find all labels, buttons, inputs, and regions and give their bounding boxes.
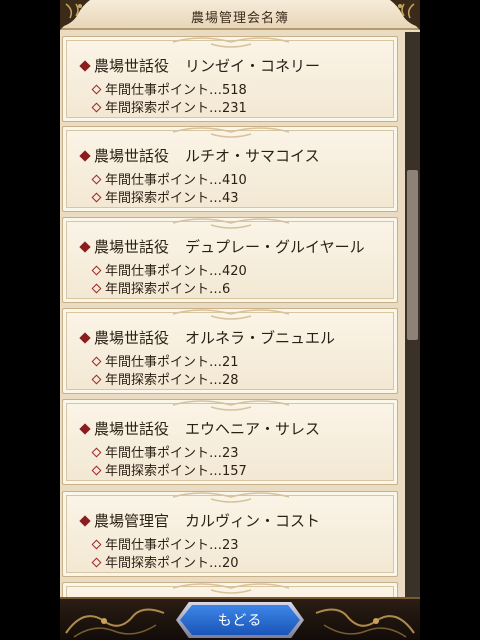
explore-points: 年間探索ポイント…43 [91, 187, 239, 206]
explore-points: 年間探索ポイント…157 [91, 460, 247, 479]
member-heading: 農場世話役 ルチオ・サマコイス [79, 145, 320, 166]
member-card: 農場世話役 ルチオ・サマコイス 年間仕事ポイント…410 年間探索ポイント…43 [62, 126, 398, 212]
diamond-outline-icon [91, 265, 102, 276]
card-flourish-icon [172, 127, 290, 138]
diamond-outline-icon [91, 447, 102, 458]
work-points: 年間仕事ポイント…21 [91, 351, 239, 370]
member-card: 農場世話役 オルネラ・ブニュエル 年間仕事ポイント…21 年間探索ポイント…28 [62, 308, 398, 394]
member-card: 農場世話役 リンゼイ・コネリー 年間仕事ポイント…518 年間探索ポイント…231 [62, 36, 398, 122]
member-role: 農場世話役 [94, 57, 170, 75]
footer-bar: もどる [60, 597, 420, 640]
member-role: 農場世話役 [94, 420, 170, 438]
diamond-outline-icon [91, 539, 102, 550]
work-points: 年間仕事ポイント…23 [91, 534, 239, 553]
card-flourish-icon [172, 400, 290, 411]
member-heading: 農場世話役 リンゼイ・コネリー [79, 55, 321, 76]
member-heading: 農場世話役 エウヘニア・サレス [79, 418, 321, 439]
member-card: 農場管理官 カルヴィン・コスト 年間仕事ポイント…23 年間探索ポイント…20 [62, 491, 398, 577]
member-role: 農場世話役 [94, 329, 170, 347]
member-heading: 農場世話役 オルネラ・ブニュエル [79, 327, 336, 348]
member-role: 農場管理官 [94, 512, 170, 530]
diamond-bullet-icon [79, 332, 91, 344]
footer-ornament-icon [315, 608, 415, 638]
member-card: 農場世話役 デュプレー・グルイヤール 年間仕事ポイント…420 年間探索ポイント…… [62, 217, 398, 303]
diamond-outline-icon [91, 192, 102, 203]
header-bar: 農場管理会名簿 [60, 0, 420, 30]
member-heading: 農場世話役 デュプレー・グルイヤール [79, 236, 365, 257]
card-flourish-icon [172, 583, 290, 594]
diamond-outline-icon [91, 102, 102, 113]
back-button[interactable]: もどる [180, 605, 300, 635]
member-name: デュプレー・グルイヤール [185, 238, 365, 256]
member-name: リンゼイ・コネリー [185, 57, 321, 75]
explore-points: 年間探索ポイント…20 [91, 552, 239, 571]
diamond-outline-icon [91, 283, 102, 294]
diamond-bullet-icon [79, 241, 91, 253]
member-card: 農場世話役 エウヘニア・サレス 年間仕事ポイント…23 年間探索ポイント…157 [62, 399, 398, 485]
member-role: 農場世話役 [94, 238, 170, 256]
work-points: 年間仕事ポイント…420 [91, 260, 247, 279]
diamond-outline-icon [91, 84, 102, 95]
work-points: 年間仕事ポイント…410 [91, 169, 247, 188]
explore-points: 年間探索ポイント…6 [91, 278, 230, 297]
diamond-bullet-icon [79, 150, 91, 162]
member-name: カルヴィン・コスト [185, 512, 321, 530]
diamond-bullet-icon [79, 423, 91, 435]
scrollbar-thumb[interactable] [407, 170, 418, 340]
member-card-partial [62, 582, 398, 597]
member-list[interactable]: 農場世話役 リンゼイ・コネリー 年間仕事ポイント…518 年間探索ポイント…231… [60, 32, 405, 597]
card-flourish-icon [172, 309, 290, 320]
explore-points: 年間探索ポイント…231 [91, 97, 247, 116]
page-title: 農場管理会名簿 [190, 11, 289, 26]
diamond-outline-icon [91, 356, 102, 367]
diamond-outline-icon [91, 557, 102, 568]
footer-ornament-icon [65, 608, 165, 638]
diamond-outline-icon [91, 174, 102, 185]
member-name: オルネラ・ブニュエル [185, 329, 336, 347]
member-heading: 農場管理官 カルヴィン・コスト [79, 510, 321, 531]
explore-points: 年間探索ポイント…28 [91, 369, 239, 388]
work-points: 年間仕事ポイント…23 [91, 442, 239, 461]
roster-screen: 農場管理会名簿 農場世話役 リンゼイ・コネリー 年間仕事ポイント…518 年間探索… [60, 0, 420, 640]
card-flourish-icon [172, 492, 290, 503]
member-name: エウヘニア・サレス [185, 420, 321, 438]
member-name: ルチオ・サマコイス [185, 147, 320, 165]
scrollbar[interactable] [405, 32, 420, 597]
diamond-outline-icon [91, 465, 102, 476]
member-role: 農場世話役 [94, 147, 170, 165]
work-points: 年間仕事ポイント…518 [91, 79, 247, 98]
card-flourish-icon [172, 218, 290, 229]
diamond-bullet-icon [79, 515, 91, 527]
diamond-bullet-icon [79, 60, 91, 72]
corner-ornament-icon [390, 0, 420, 30]
diamond-outline-icon [91, 374, 102, 385]
card-flourish-icon [172, 37, 290, 48]
